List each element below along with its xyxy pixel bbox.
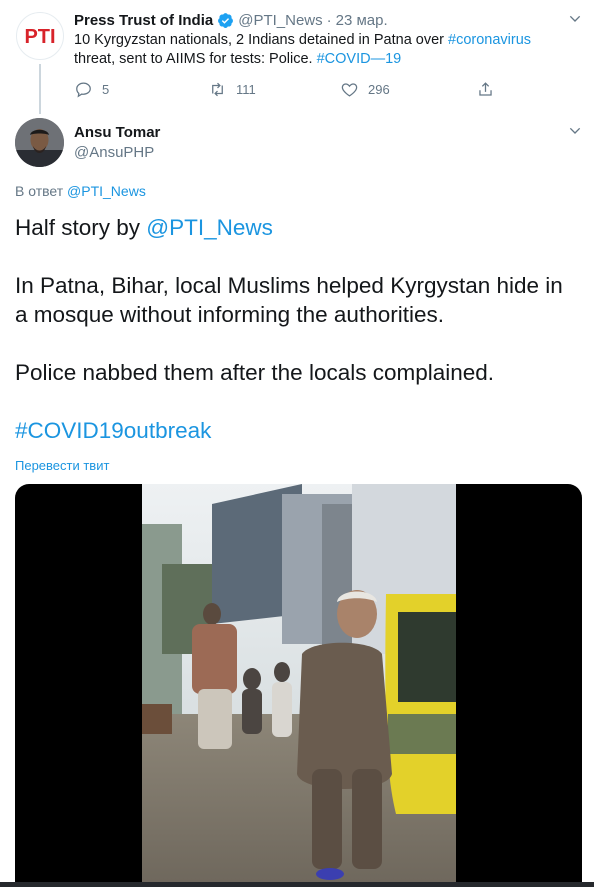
author-name[interactable]: Press Trust of India (74, 12, 213, 29)
chevron-down-icon[interactable] (566, 10, 584, 28)
pti-avatar[interactable]: PTI (16, 12, 64, 60)
separator-dot: · (326, 11, 332, 29)
mention-link[interactable]: @PTI_News (146, 215, 273, 240)
tweet-paragraph: Half story by @PTI_News (15, 213, 580, 242)
thread-line (39, 64, 41, 114)
share-icon (479, 81, 492, 96)
verified-badge-icon (217, 12, 234, 29)
like-count: 296 (368, 81, 390, 97)
bottom-scrollbar (0, 882, 594, 887)
reply-mention-link[interactable]: @PTI_News (67, 183, 146, 199)
tweet-text-part: Half story by (15, 215, 147, 240)
author-handle[interactable]: @AnsuPHP (74, 144, 154, 161)
video-frame (142, 484, 456, 887)
author-handle[interactable]: @PTI_News (238, 12, 322, 29)
retweet-count: 111 (236, 81, 256, 97)
pti-logo-icon: PTI (24, 26, 55, 48)
retweet-icon (212, 82, 223, 96)
reply-icon (76, 82, 91, 98)
tweet-paragraph: In Patna, Bihar, local Muslims helped Ky… (15, 273, 563, 327)
author-name[interactable]: Ansu Tomar (74, 124, 160, 141)
video-still (142, 484, 456, 887)
tweet-text-part: threat, sent to AIIMS for tests: Police. (74, 51, 317, 67)
tweet-text-part: 10 Kyrgyzstan nationals, 2 Indians detai… (74, 32, 449, 48)
chevron-down-icon[interactable] (566, 122, 584, 140)
hashtag-coronavirus[interactable]: #coronavirus (448, 32, 531, 48)
reply-prefix: В ответ (15, 183, 68, 199)
tweet-body: Half story by @PTI_News In Patna, Bihar,… (15, 213, 580, 474)
tweet-actions: 5 111 296 (74, 78, 514, 100)
retweet-button[interactable]: 111 (208, 80, 340, 99)
parent-tweet[interactable]: PTI Press Trust of India @PTI_News · 23 … (0, 0, 594, 114)
hashtag-covid[interactable]: #COVID—19 (317, 51, 402, 67)
svg-text:PTI: PTI (24, 26, 55, 48)
parent-tweet-header: Press Trust of India @PTI_News · 23 мар. (74, 10, 388, 30)
tweet-paragraph: #COVID19outbreak (15, 416, 580, 445)
reply-context: В ответ @PTI_News (15, 183, 146, 199)
hashtag-link[interactable]: #COVID19outbreak (15, 418, 211, 443)
parent-tweet-text: 10 Kyrgyzstan nationals, 2 Indians detai… (74, 31, 574, 69)
avatar-photo (15, 118, 64, 167)
tweet-date[interactable]: 23 мар. (336, 12, 388, 29)
author-avatar[interactable] (15, 118, 64, 167)
reply-button[interactable]: 5 (74, 80, 208, 99)
translate-tweet-link[interactable]: Перевести твит (15, 458, 109, 473)
heart-icon (341, 82, 358, 97)
video-player[interactable] (15, 484, 582, 887)
tweet-paragraph: Police nabbed them after the locals comp… (15, 360, 495, 385)
reply-count: 5 (102, 81, 110, 97)
share-button[interactable] (476, 80, 495, 99)
like-button[interactable]: 296 (340, 80, 476, 99)
